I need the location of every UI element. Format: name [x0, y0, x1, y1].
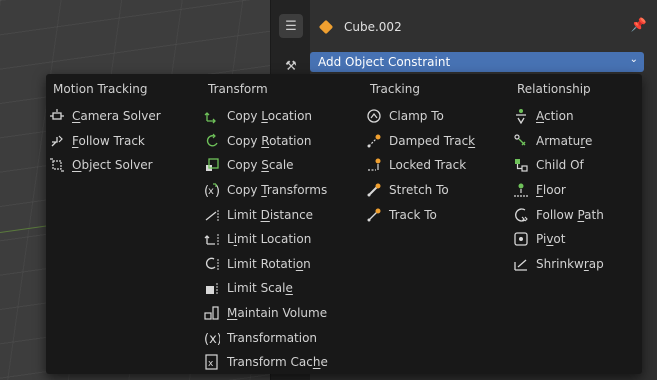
menu-item-label: Floor: [536, 183, 566, 198]
menu-item-label: Track To: [389, 207, 437, 222]
menu-item-label: Shrinkwrap: [536, 256, 604, 271]
copy-location-icon: [201, 107, 223, 125]
limit-distance-icon: [201, 206, 223, 224]
action-icon: [510, 107, 532, 125]
menu-item-maintain-volume[interactable]: Maintain Volume: [201, 301, 361, 326]
menu-item-transform-cache[interactable]: x Transform Cache: [201, 350, 361, 375]
menu-item-transformation[interactable]: (x) Transformation: [201, 325, 361, 350]
menu-item-child-of[interactable]: Child Of: [510, 153, 640, 178]
object-name: Cube.002: [344, 20, 402, 34]
follow-track-icon: [46, 132, 68, 150]
copy-scale-icon: [201, 156, 223, 174]
follow-path-icon: [510, 206, 532, 224]
menu-item-camera-solver[interactable]: Camera Solver: [46, 104, 196, 129]
menu-item-copy-transforms[interactable]: (x) Copy Transforms: [201, 178, 361, 203]
shrinkwrap-icon: [510, 255, 532, 273]
copy-transforms-icon: (x): [201, 181, 223, 199]
menu-item-shrinkwrap[interactable]: Shrinkwrap: [510, 252, 640, 277]
column-motion-tracking: Motion Tracking Camera Solver Follow Track…: [46, 82, 196, 178]
transformation-icon: (x): [201, 329, 223, 347]
menu-item-label: Locked Track: [389, 158, 467, 173]
menu-item-label: Limit Location: [227, 232, 312, 247]
menu-item-pivot[interactable]: Pivot: [510, 227, 640, 252]
floor-icon: [510, 181, 532, 199]
add-object-constraint-button[interactable]: Add Object Constraint ⌄: [310, 52, 644, 72]
column-header: Transform: [208, 82, 268, 96]
menu-item-label: Copy Rotation: [227, 133, 312, 148]
menu-item-label: Copy Transforms: [227, 183, 328, 198]
menu-item-copy-scale[interactable]: Copy Scale: [201, 153, 361, 178]
object-solver-icon: [46, 156, 68, 174]
locked-track-icon: [363, 156, 385, 174]
limit-location-icon: [201, 230, 223, 248]
menu-item-limit-scale[interactable]: Limit Scale: [201, 276, 361, 301]
column-header: Motion Tracking: [53, 82, 148, 96]
svg-text:x: x: [208, 186, 214, 197]
menu-item-label: Limit Scale: [227, 281, 293, 296]
menu-item-label: Transformation: [227, 330, 318, 345]
column-header: Relationship: [517, 82, 591, 96]
cube-object-icon: [318, 19, 334, 35]
limit-scale-icon: [201, 279, 223, 297]
add-constraint-menu: Motion Tracking Camera Solver Follow Track…: [46, 74, 642, 374]
menu-item-label: Action: [536, 109, 574, 124]
outliner-toggle-icon[interactable]: ☰: [279, 14, 303, 38]
menu-item-clamp-to[interactable]: Clamp To: [363, 104, 508, 129]
column-tracking: Tracking Clamp To Damped Track Locked Track…: [363, 82, 508, 227]
menu-item-label: Object Solver: [72, 158, 153, 173]
menu-item-limit-distance[interactable]: Limit Distance: [201, 202, 361, 227]
menu-item-limit-rotation[interactable]: Limit Rotation: [201, 252, 361, 277]
svg-text:(x): (x): [204, 332, 220, 346]
menu-item-label: Camera Solver: [72, 109, 161, 124]
armature-icon: [510, 132, 532, 150]
menu-item-label: Follow Path: [536, 207, 604, 222]
column-transform: Transform Copy Location Copy Rotation Copy …: [201, 82, 361, 375]
pivot-icon: [510, 230, 532, 248]
menu-item-damped-track[interactable]: Damped Track: [363, 129, 508, 154]
limit-rotation-icon: [201, 255, 223, 273]
menu-item-limit-location[interactable]: Limit Location: [201, 227, 361, 252]
pin-icon[interactable]: 📌: [631, 18, 647, 33]
menu-item-label: Stretch To: [389, 183, 449, 198]
menu-item-label: Copy Scale: [227, 158, 294, 173]
chevron-down-icon: ⌄: [629, 54, 638, 65]
menu-item-label: Damped Track: [389, 133, 476, 148]
menu-item-stretch-to[interactable]: Stretch To: [363, 178, 508, 203]
menu-item-label: Follow Track: [72, 133, 145, 148]
menu-item-follow-track[interactable]: Follow Track: [46, 129, 196, 154]
clamp-to-icon: [363, 107, 385, 125]
menu-item-track-to[interactable]: Track To: [363, 202, 508, 227]
menu-item-label: Armature: [536, 133, 593, 148]
maintain-volume-icon: [201, 304, 223, 322]
menu-item-armature[interactable]: Armature: [510, 129, 640, 154]
menu-item-copy-location[interactable]: Copy Location: [201, 104, 361, 129]
menu-item-label: Copy Location: [227, 109, 313, 124]
menu-item-action[interactable]: Action: [510, 104, 640, 129]
stretch-to-icon: [363, 181, 385, 199]
track-to-icon: [363, 206, 385, 224]
menu-item-label: Limit Rotation: [227, 256, 311, 271]
menu-item-follow-path[interactable]: Follow Path: [510, 202, 640, 227]
menu-item-object-solver[interactable]: Object Solver: [46, 153, 196, 178]
menu-item-label: Clamp To: [389, 109, 444, 124]
menu-item-copy-rotation[interactable]: Copy Rotation: [201, 129, 361, 154]
menu-item-label: Child Of: [536, 158, 584, 173]
menu-item-locked-track[interactable]: Locked Track: [363, 153, 508, 178]
menu-item-label: Pivot: [536, 232, 566, 247]
menu-item-label: Maintain Volume: [227, 306, 328, 321]
transform-cache-icon: x: [201, 353, 223, 371]
damped-track-icon: [363, 132, 385, 150]
column-header: Tracking: [370, 82, 420, 96]
properties-header: Cube.002 📌: [310, 12, 657, 42]
copy-rotation-icon: [201, 132, 223, 150]
column-relationship: Relationship Action Armature Child Of Floor F…: [510, 82, 640, 276]
menu-item-floor[interactable]: Floor: [510, 178, 640, 203]
svg-text:x: x: [208, 359, 214, 369]
menu-item-label: Limit Distance: [227, 207, 314, 222]
child-of-icon: [510, 156, 532, 174]
add-object-constraint-label: Add Object Constraint: [318, 55, 451, 69]
camera-solver-icon: [46, 107, 68, 125]
menu-item-label: Transform Cache: [227, 355, 328, 370]
